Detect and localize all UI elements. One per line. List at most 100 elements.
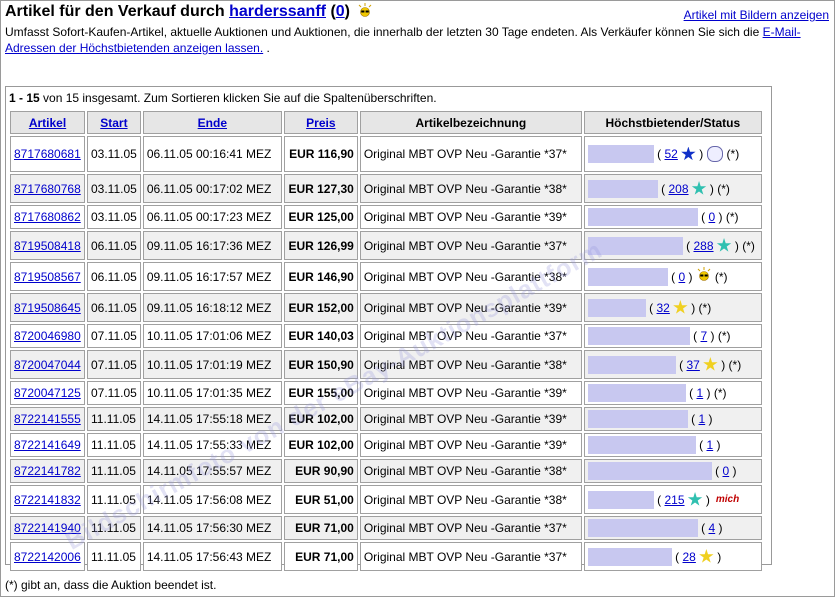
table-row: 8719508567 06.11.05 09.11.05 16:17:57 MEZ E… <box>10 262 762 291</box>
item-title-cell: Original MBT OVP Neu -Garantie *37* <box>359 136 582 172</box>
item-number-link[interactable]: 8717680681 <box>14 147 81 161</box>
item-number-cell: 8722142006 <box>10 542 85 571</box>
ended-marker: (*) <box>726 147 740 161</box>
item-number-link[interactable]: 8720046980 <box>14 329 81 343</box>
column-header-artikel[interactable]: Artikel <box>10 111 85 134</box>
people-icon <box>707 146 724 162</box>
bidder-name-bar <box>587 208 698 226</box>
start-date-cell: 07.11.05 <box>87 381 141 405</box>
column-header-preis[interactable]: Preis <box>283 111 358 134</box>
item-title-cell: Original MBT OVP Neu -Garantie *39* <box>359 433 582 457</box>
bidder-feedback-link[interactable]: 52 <box>665 147 678 161</box>
start-date-cell: 03.11.05 <box>87 205 141 229</box>
item-title-cell: Original MBT OVP Neu -Garantie *38* <box>359 459 582 483</box>
bidder-status-cell: ( 0 ) (*) <box>583 205 762 229</box>
item-title-cell: Original MBT OVP Neu -Garantie *38* <box>359 485 582 514</box>
column-header-ende[interactable]: Ende <box>142 111 282 134</box>
description-suffix: . <box>266 41 270 55</box>
table-row: 8720046980 07.11.05 10.11.05 17:01:06 MEZ E… <box>10 324 762 348</box>
bidder-name-bar <box>587 236 683 255</box>
item-number-link[interactable]: 8722141832 <box>14 493 81 507</box>
table-row: 8722142006 11.11.05 14.11.05 17:56:43 MEZ E… <box>10 542 762 571</box>
item-number-link[interactable]: 8719508567 <box>14 270 81 284</box>
bidder-status-cell: ( 215 ) mich <box>583 485 762 514</box>
sort-preis-link[interactable]: Preis <box>306 116 335 130</box>
bidder-feedback-link[interactable]: 208 <box>669 182 689 196</box>
item-title-cell: Original MBT OVP Neu -Garantie *37* <box>359 516 582 540</box>
start-date-cell: 07.11.05 <box>87 350 141 379</box>
result-range: 1 - 15 <box>9 91 40 105</box>
table-row: 8720047044 07.11.05 10.11.05 17:01:19 MEZ E… <box>10 350 762 379</box>
bidder-feedback-link[interactable]: 37 <box>687 358 700 372</box>
start-date-cell: 11.11.05 <box>87 516 141 540</box>
ended-marker: (*) <box>717 181 730 196</box>
item-number-link[interactable]: 8720047125 <box>14 386 81 400</box>
end-date-cell: 10.11.05 17:01:06 MEZ <box>142 324 282 348</box>
item-title-cell: Original MBT OVP Neu -Garantie *38* <box>359 350 582 379</box>
bidder-feedback-link[interactable]: 28 <box>683 550 696 564</box>
sort-artikel-link[interactable]: Artikel <box>29 116 66 130</box>
end-date-cell: 09.11.05 16:17:57 MEZ <box>142 262 282 291</box>
item-number-link[interactable]: 8717680768 <box>14 182 81 196</box>
item-number-link[interactable]: 8720047044 <box>14 358 81 372</box>
table-row: 8717680862 03.11.05 06.11.05 00:17:23 MEZ E… <box>10 205 762 229</box>
bidder-feedback-link[interactable]: 288 <box>694 239 714 253</box>
end-date-cell: 14.11.05 17:56:08 MEZ <box>142 485 282 514</box>
item-number-cell: 8722141782 <box>10 459 85 483</box>
start-date-cell: 06.11.05 <box>87 231 141 260</box>
item-number-cell: 8717680768 <box>10 174 85 203</box>
price-cell: EUR 140,03 <box>283 324 358 348</box>
feedback-score-link[interactable]: 0 <box>336 3 345 20</box>
item-number-link[interactable]: 8719508645 <box>14 301 81 315</box>
price-cell: EUR 152,00 <box>283 293 358 322</box>
bidder-status-cell: ( 28 ) <box>583 542 762 571</box>
bidder-name-bar <box>587 355 676 374</box>
end-date-cell: 09.11.05 16:17:36 MEZ <box>142 231 282 260</box>
price-cell: EUR 126,99 <box>283 231 358 260</box>
column-header-start[interactable]: Start <box>87 111 141 134</box>
end-date-cell: 14.11.05 17:55:57 MEZ <box>142 459 282 483</box>
bidder-name-bar <box>587 519 698 537</box>
item-title-cell: Original MBT OVP Neu -Garantie *39* <box>359 407 582 431</box>
item-title-cell: Original MBT OVP Neu -Garantie *38* <box>359 174 582 203</box>
sort-start-link[interactable]: Start <box>100 116 127 130</box>
item-number-link[interactable]: 8722141782 <box>14 464 81 478</box>
seller-link[interactable]: harderssanff <box>229 3 326 20</box>
feedback-star-icon <box>673 300 688 314</box>
bidder-status-cell: ( 52 ) (*) <box>583 136 762 172</box>
end-date-cell: 10.11.05 17:01:35 MEZ <box>142 381 282 405</box>
feedback-star-icon <box>699 549 714 563</box>
bidder-name-bar <box>587 179 658 198</box>
item-number-cell: 8719508645 <box>10 293 85 322</box>
bidder-name-bar <box>587 410 688 428</box>
item-number-link[interactable]: 8719508418 <box>14 239 81 253</box>
start-date-cell: 11.11.05 <box>87 407 141 431</box>
bidder-feedback-link[interactable]: 32 <box>657 301 670 315</box>
end-date-cell: 14.11.05 17:55:33 MEZ <box>142 433 282 457</box>
price-cell: EUR 102,00 <box>283 433 358 457</box>
item-number-link[interactable]: 8717680862 <box>14 210 81 224</box>
end-date-cell: 06.11.05 00:17:23 MEZ <box>142 205 282 229</box>
ended-marker: (*) <box>742 238 755 253</box>
feedback-star-icon <box>716 238 732 252</box>
sort-ende-link[interactable]: Ende <box>198 116 227 130</box>
bidder-status-cell: ( 7 ) (*) <box>583 324 762 348</box>
price-cell: EUR 155,00 <box>283 381 358 405</box>
table-row: 8717680768 03.11.05 06.11.05 00:17:02 MEZ E… <box>10 174 762 203</box>
bidder-feedback-link[interactable]: 215 <box>665 493 685 507</box>
item-number-link[interactable]: 8722141940 <box>14 521 81 535</box>
price-cell: EUR 102,00 <box>283 407 358 431</box>
sunglasses-icon <box>357 3 373 17</box>
bidder-status-cell: ( 288 ) (*) <box>583 231 762 260</box>
price-cell: EUR 71,00 <box>283 542 358 571</box>
bidder-status-cell: ( 0 ) (*) <box>583 262 762 291</box>
item-title-cell: Original MBT OVP Neu -Garantie *37* <box>359 542 582 571</box>
item-number-link[interactable]: 8722141555 <box>14 412 81 426</box>
item-number-cell: 8719508567 <box>10 262 85 291</box>
item-number-cell: 8720047044 <box>10 350 85 379</box>
item-number-link[interactable]: 8722141649 <box>14 438 81 452</box>
item-number-link[interactable]: 8722142006 <box>14 550 81 564</box>
end-date-cell: 10.11.05 17:01:19 MEZ <box>142 350 282 379</box>
price-cell: EUR 146,90 <box>283 262 358 291</box>
show-with-pictures-link[interactable]: Artikel mit Bildern anzeigen <box>684 8 829 22</box>
